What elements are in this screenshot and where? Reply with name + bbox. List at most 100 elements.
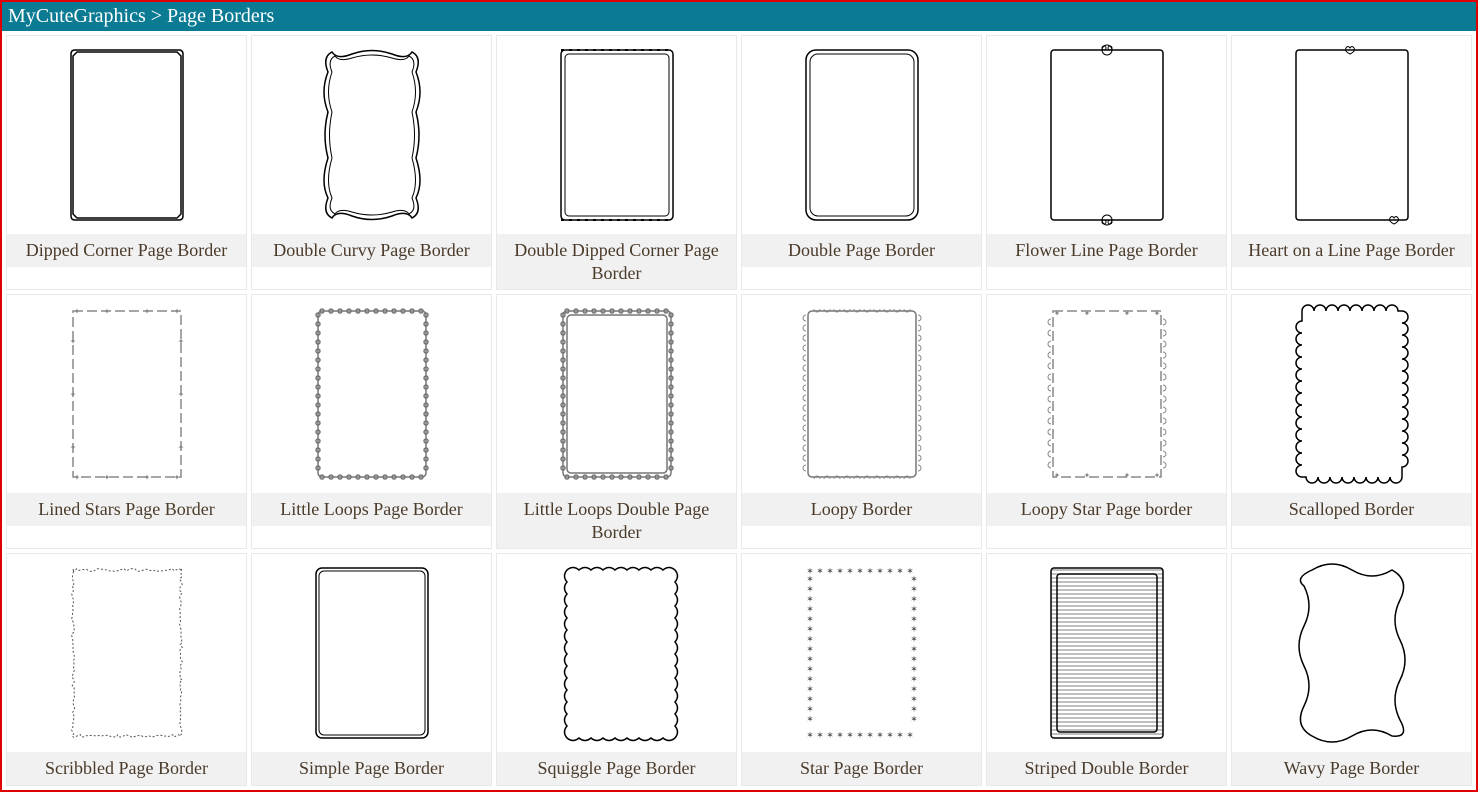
svg-text:✦: ✦: [177, 337, 184, 346]
svg-text:✦: ✦: [177, 443, 184, 452]
svg-text:✶: ✶: [816, 730, 824, 740]
svg-text:✶: ✶: [910, 684, 918, 694]
border-card[interactable]: Little Loops Page Border: [251, 294, 492, 549]
svg-text:✶: ✶: [910, 594, 918, 604]
border-thumbnail: [987, 554, 1226, 752]
svg-text:✶: ✶: [896, 730, 904, 740]
border-label: Heart on a Line Page Border: [1232, 234, 1471, 267]
svg-text:✶: ✶: [886, 566, 894, 576]
border-card[interactable]: Double Page Border: [741, 35, 982, 290]
svg-text:✶: ✶: [910, 644, 918, 654]
border-label: Scalloped Border: [1232, 493, 1471, 526]
svg-text:✦: ✦: [143, 473, 150, 482]
svg-text:✶: ✶: [806, 714, 814, 724]
border-label: Lined Stars Page Border: [7, 493, 246, 526]
border-thumbnail: [742, 295, 981, 493]
svg-text:✦: ✦: [103, 473, 110, 482]
border-label: Simple Page Border: [252, 752, 491, 785]
svg-text:✶: ✶: [846, 566, 854, 576]
border-thumbnail: [7, 554, 246, 752]
breadcrumb-sep: >: [146, 5, 167, 27]
svg-text:✶: ✶: [806, 614, 814, 624]
svg-text:✦: ✦: [69, 337, 76, 346]
svg-text:✦: ✦: [1153, 309, 1160, 318]
border-thumbnail: ✶✶✶✶✶✶✶✶✶✶✶✶✶✶✶✶✶✶✶✶✶✶✶✶✶✶✶✶✶✶✶✶✶✶✶✶✶✶✶✶…: [742, 554, 981, 752]
svg-text:✶: ✶: [816, 566, 824, 576]
svg-text:✶: ✶: [806, 634, 814, 644]
border-thumbnail: [252, 554, 491, 752]
svg-text:✶: ✶: [910, 584, 918, 594]
svg-text:✦: ✦: [1083, 471, 1090, 480]
svg-text:✦: ✦: [1053, 309, 1060, 318]
svg-text:✦: ✦: [1123, 471, 1130, 480]
svg-text:✦: ✦: [1053, 471, 1060, 480]
border-card[interactable]: Double Dipped Corner Page Border: [496, 35, 737, 290]
svg-text:✶: ✶: [836, 566, 844, 576]
border-card[interactable]: Dipped Corner Page Border: [6, 35, 247, 290]
svg-text:✶: ✶: [896, 566, 904, 576]
svg-text:✶: ✶: [806, 730, 814, 740]
svg-text:✶: ✶: [856, 730, 864, 740]
border-card[interactable]: Double Curvy Page Border: [251, 35, 492, 290]
svg-text:✶: ✶: [806, 644, 814, 654]
border-label: Striped Double Border: [987, 752, 1226, 785]
border-label: Loopy Border: [742, 493, 981, 526]
border-card[interactable]: Little Loops Double Page Border: [496, 294, 737, 549]
border-thumbnail: [252, 36, 491, 234]
svg-text:✶: ✶: [806, 624, 814, 634]
border-thumbnail: ✦✦✦✦✦✦✦✦: [987, 295, 1226, 493]
breadcrumb: MyCuteGraphics > Page Borders: [2, 2, 1476, 31]
border-card[interactable]: Flower Line Page Border: [986, 35, 1227, 290]
svg-text:✶: ✶: [866, 730, 874, 740]
svg-text:✶: ✶: [806, 664, 814, 674]
border-label: Flower Line Page Border: [987, 234, 1226, 267]
border-label: Double Dipped Corner Page Border: [497, 234, 736, 289]
svg-text:✦: ✦: [173, 307, 180, 316]
svg-text:✦: ✦: [69, 390, 76, 399]
svg-text:✶: ✶: [826, 566, 834, 576]
border-label: Squiggle Page Border: [497, 752, 736, 785]
svg-text:✶: ✶: [806, 594, 814, 604]
svg-text:✶: ✶: [886, 730, 894, 740]
border-card[interactable]: ✦✦✦✦✦✦✦✦Loopy Star Page border: [986, 294, 1227, 549]
border-card[interactable]: Loopy Border: [741, 294, 982, 549]
svg-text:✶: ✶: [910, 704, 918, 714]
border-card[interactable]: Scribbled Page Border: [6, 553, 247, 786]
border-label: Scribbled Page Border: [7, 752, 246, 785]
svg-text:✶: ✶: [806, 654, 814, 664]
svg-text:✦: ✦: [1083, 309, 1090, 318]
breadcrumb-home[interactable]: MyCuteGraphics: [8, 5, 146, 27]
svg-text:✶: ✶: [806, 574, 814, 584]
border-thumbnail: [742, 36, 981, 234]
breadcrumb-current: Page Borders: [167, 5, 274, 27]
border-card[interactable]: ✶✶✶✶✶✶✶✶✶✶✶✶✶✶✶✶✶✶✶✶✶✶✶✶✶✶✶✶✶✶✶✶✶✶✶✶✶✶✶✶…: [741, 553, 982, 786]
border-label: Dipped Corner Page Border: [7, 234, 246, 267]
border-card[interactable]: Wavy Page Border: [1231, 553, 1472, 786]
svg-text:✶: ✶: [910, 614, 918, 624]
border-card[interactable]: ✦✦✦✦✦✦✦✦✦✦✦✦✦✦Lined Stars Page Border: [6, 294, 247, 549]
border-card[interactable]: Simple Page Border: [251, 553, 492, 786]
svg-text:✶: ✶: [806, 704, 814, 714]
border-thumbnail: [7, 36, 246, 234]
svg-text:✶: ✶: [906, 730, 914, 740]
svg-text:✦: ✦: [1153, 471, 1160, 480]
svg-text:✶: ✶: [910, 624, 918, 634]
svg-text:✶: ✶: [806, 604, 814, 614]
border-card[interactable]: Heart on a Line Page Border: [1231, 35, 1472, 290]
svg-text:✶: ✶: [910, 664, 918, 674]
svg-text:✶: ✶: [836, 730, 844, 740]
svg-text:✦: ✦: [69, 443, 76, 452]
svg-text:✶: ✶: [910, 714, 918, 724]
border-card[interactable]: Scalloped Border: [1231, 294, 1472, 549]
border-label: Double Curvy Page Border: [252, 234, 491, 267]
svg-text:✶: ✶: [910, 654, 918, 664]
svg-text:✶: ✶: [826, 730, 834, 740]
border-thumbnail: [497, 36, 736, 234]
borders-grid: Dipped Corner Page BorderDouble Curvy Pa…: [2, 31, 1476, 790]
svg-text:✦: ✦: [173, 473, 180, 482]
border-card[interactable]: Squiggle Page Border: [496, 553, 737, 786]
svg-text:✶: ✶: [806, 694, 814, 704]
border-label: Little Loops Double Page Border: [497, 493, 736, 548]
border-label: Star Page Border: [742, 752, 981, 785]
border-card[interactable]: Striped Double Border: [986, 553, 1227, 786]
